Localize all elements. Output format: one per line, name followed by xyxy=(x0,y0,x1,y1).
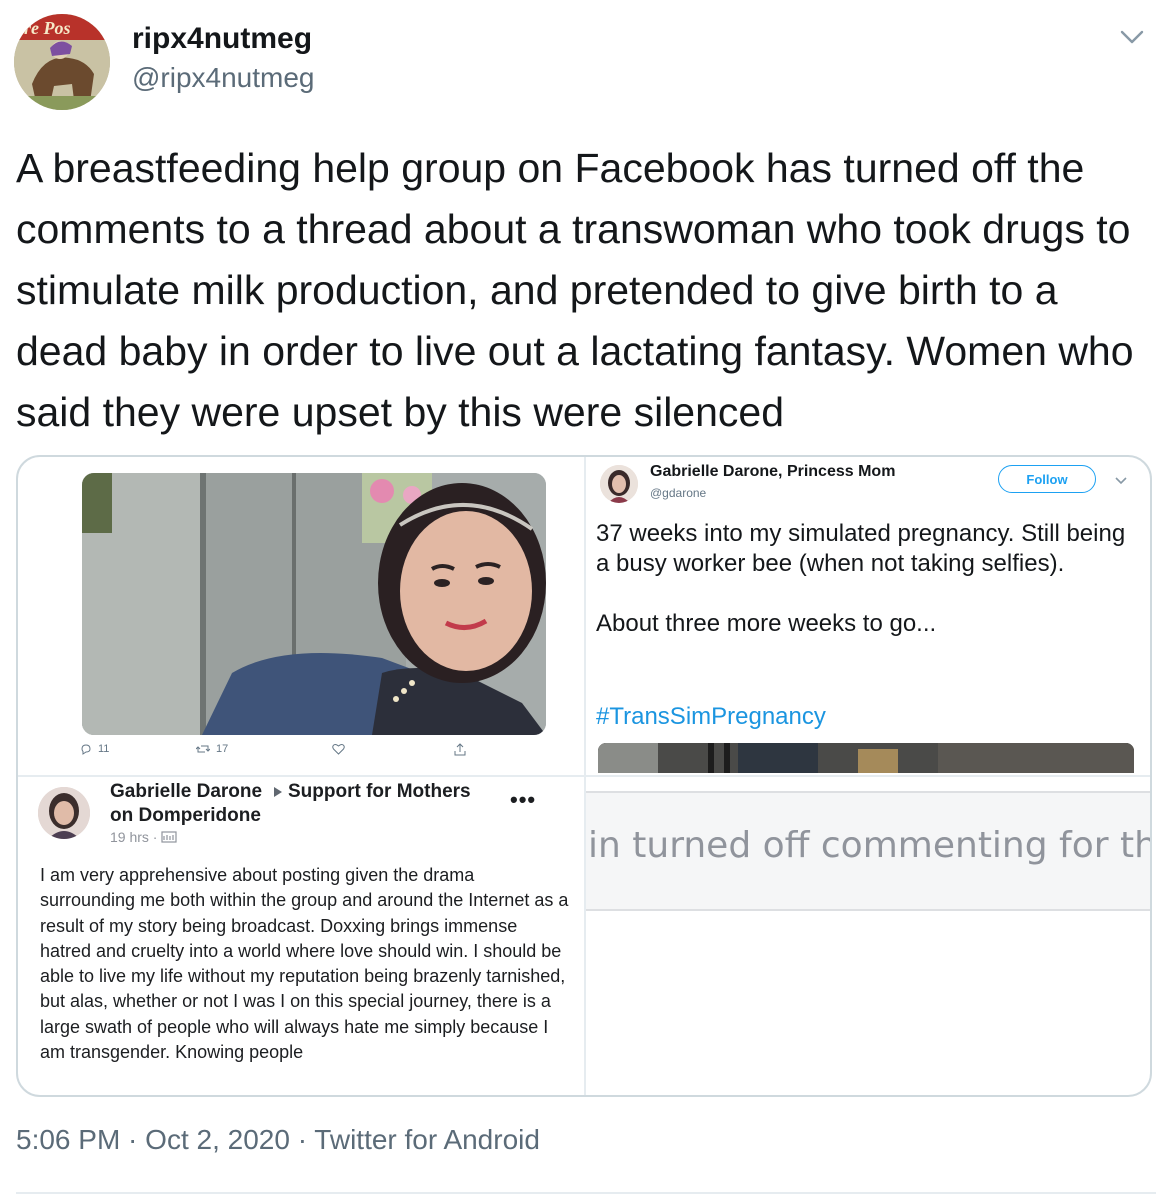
fb-post-time-text: 19 hrs · xyxy=(110,829,158,845)
retweet-icon xyxy=(196,745,210,753)
embedded-author-name[interactable]: Gabrielle Darone, Princess Mom xyxy=(650,463,895,481)
admin-notice-panel: in turned off commenting for thi xyxy=(586,777,1150,1095)
user-handle[interactable]: @ripx4nutmeg xyxy=(132,62,315,94)
retweet-count: 17 xyxy=(216,743,229,755)
commenting-off-notice: in turned off commenting for thi xyxy=(586,791,1150,911)
fb-post-time[interactable]: 19 hrs · xyxy=(110,829,177,845)
embedded-media-preview[interactable] xyxy=(598,743,1134,773)
heart-icon xyxy=(332,744,345,755)
fb-group-name-continued[interactable]: on Domperidone xyxy=(110,805,261,827)
follow-button[interactable]: Follow xyxy=(998,465,1096,493)
avatar[interactable]: re Pos xyxy=(14,14,110,110)
avatar-logo-text: re Pos xyxy=(24,18,71,38)
share-action[interactable] xyxy=(454,743,466,756)
tweet-text: A breastfeeding help group on Facebook h… xyxy=(16,145,1134,435)
like-action[interactable] xyxy=(332,743,345,755)
tweet-media[interactable]: 11 17 Gabrielle Darone, Princess Mom @gd… xyxy=(16,455,1152,1097)
embedded-author-handle[interactable]: @gdarone xyxy=(650,486,706,500)
selfie-photo xyxy=(82,473,546,735)
display-name[interactable]: ripx4nutmeg xyxy=(132,22,312,56)
caret-right-icon xyxy=(274,787,282,797)
chevron-down-icon[interactable] xyxy=(1119,24,1145,50)
facebook-post: Gabrielle Darone Support for Mothers on … xyxy=(18,777,584,1095)
fb-avatar[interactable] xyxy=(38,787,90,839)
more-options-button[interactable]: ••• xyxy=(510,787,536,813)
commenting-off-text: in turned off commenting for thi xyxy=(588,825,1150,866)
embedded-tweet-text: 37 weeks into my simulated pregnancy. St… xyxy=(596,520,1126,637)
reply-icon xyxy=(81,744,91,755)
embedded-avatar[interactable] xyxy=(600,465,638,503)
hashtag-link[interactable]: #TransSimPregnancy xyxy=(596,703,826,731)
fb-author-name[interactable]: Gabrielle Darone xyxy=(110,781,262,803)
reply-count: 11 xyxy=(98,743,110,755)
chevron-down-icon[interactable] xyxy=(1114,473,1128,487)
retweet-action[interactable]: 17 xyxy=(196,743,228,755)
fb-post-text: I am very apprehensive about posting giv… xyxy=(40,865,569,1063)
bottom-divider xyxy=(16,1192,1156,1194)
embedded-text-tweet: Gabrielle Darone, Princess Mom @gdarone … xyxy=(588,457,1148,773)
tweet-timestamp[interactable]: 5:06 PM · Oct 2, 2020 · Twitter for Andr… xyxy=(16,1124,540,1156)
avatar-image: re Pos xyxy=(14,14,110,110)
fb-group-name[interactable]: Support for Mothers xyxy=(288,781,471,803)
tweet-actions: 11 17 xyxy=(80,743,500,765)
group-audience-icon xyxy=(161,831,177,843)
reply-action[interactable]: 11 xyxy=(80,743,109,755)
share-icon xyxy=(454,743,466,756)
embedded-photo-tweet: 11 17 xyxy=(18,457,584,777)
